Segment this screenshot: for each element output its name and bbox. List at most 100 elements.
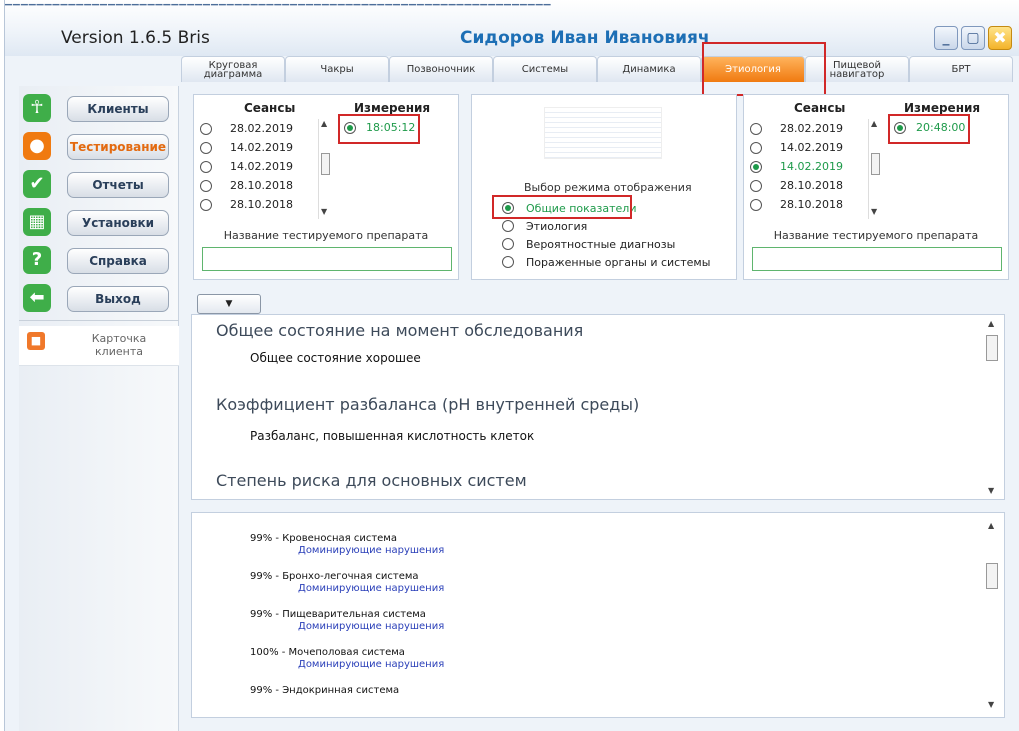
grid-icon: ▦	[23, 208, 51, 236]
radio-button[interactable]	[502, 238, 514, 250]
client-card-item[interactable]: ■ Карточка клиента	[19, 326, 179, 366]
session-scrollbar[interactable]: ▲ ▼	[318, 119, 332, 219]
scroll-down-icon[interactable]: ▼	[988, 486, 994, 495]
scroll-up-icon[interactable]: ▲	[871, 119, 877, 128]
radio-button[interactable]	[750, 179, 762, 192]
drug-name-input[interactable]	[752, 247, 1002, 271]
system-sub-label[interactable]: Доминирующие нарушения	[298, 621, 444, 632]
radio-button[interactable]	[200, 122, 212, 135]
tab-spine[interactable]: Позвоночник	[389, 56, 493, 82]
question-icon: ?	[23, 246, 51, 274]
view-dropdown[interactable]: ▼	[197, 294, 261, 314]
section-text: Разбаланс, повышенная кислотность клеток	[250, 429, 535, 443]
sidebar-item-help[interactable]: ? Справка	[23, 244, 173, 274]
drug-name-label: Название тестируемого препарата	[773, 229, 979, 242]
system-item: 99% - Кровеносная система	[250, 533, 397, 544]
radio-button[interactable]	[200, 198, 212, 211]
section-heading: Общее состояние на момент обследования	[216, 321, 584, 340]
systems-risk-panel: 99% - Кровеносная система Доминирующие н…	[191, 512, 1005, 718]
mode-option-etiology[interactable]: Этиология	[502, 217, 710, 235]
drug-name-label: Название тестируемого препарата	[223, 229, 429, 242]
client-card-label: Карточка клиента	[91, 332, 147, 358]
sidebar-item-testing[interactable]: ● Тестирование	[23, 130, 173, 160]
mode-option-organs[interactable]: Пораженные органы и системы	[502, 253, 710, 271]
sessions-header: Сеансы	[794, 101, 846, 115]
app-window: ▁▁▁▁▁▁▁▁▁▁▁▁▁▁▁▁▁▁▁▁▁▁▁▁▁▁▁▁▁▁▁▁▁▁▁▁▁▁▁▁…	[4, 0, 1019, 731]
tab-systems[interactable]: Системы	[493, 56, 597, 82]
scroll-down-icon[interactable]: ▼	[988, 700, 994, 709]
scroll-up-icon[interactable]: ▲	[321, 119, 327, 128]
top-strip: ▁▁▁▁▁▁▁▁▁▁▁▁▁▁▁▁▁▁▁▁▁▁▁▁▁▁▁▁▁▁▁▁▁▁▁▁▁▁▁▁…	[5, 0, 552, 6]
measurements-header: Измерения	[904, 101, 981, 115]
drug-name-input[interactable]	[202, 247, 452, 271]
tab-brt[interactable]: БРТ	[909, 56, 1013, 82]
right-session-panel: Сеансы Измерения 28.02.2019 14.02.2019 1…	[743, 94, 1009, 280]
general-indicators-panel: Общее состояние на момент обследования О…	[191, 314, 1005, 500]
mode-option-diagnoses[interactable]: Вероятностные диагнозы	[502, 235, 710, 253]
scroll-down-icon[interactable]: ▼	[871, 207, 877, 216]
reports-button[interactable]: Отчеты	[67, 172, 169, 198]
system-item: 99% - Эндокринная система	[250, 685, 400, 696]
scroll-thumb[interactable]	[321, 153, 330, 175]
radio-button[interactable]	[200, 179, 212, 192]
sidebar-item-exit[interactable]: ⬅ Выход	[23, 282, 173, 312]
display-mode-panel: Выбор режима отображения Общие показател…	[471, 94, 737, 280]
section-heading: Коэффициент разбаланса (рН внутренней ср…	[216, 395, 640, 414]
session-scrollbar[interactable]: ▲ ▼	[868, 119, 882, 219]
content-scrollbar[interactable]: ▲ ▼	[986, 319, 1000, 495]
exit-button[interactable]: Выход	[67, 286, 169, 312]
scroll-up-icon[interactable]: ▲	[988, 319, 994, 328]
minimize-button[interactable]: _	[934, 26, 958, 50]
scroll-thumb[interactable]	[986, 563, 998, 589]
report-thumbnail	[544, 107, 662, 159]
tab-pie-chart[interactable]: Круговая диаграмма	[181, 56, 285, 82]
radio-button[interactable]	[502, 256, 514, 268]
tab-bar: Круговая диаграмма Чакры Позвоночник Сис…	[181, 56, 1019, 82]
person-icon: ☥	[23, 94, 51, 122]
sidebar-item-settings[interactable]: ▦ Установки	[23, 206, 173, 236]
radio-button[interactable]	[200, 141, 212, 154]
testing-button[interactable]: Тестирование	[67, 134, 169, 160]
sidebar: ☥ Клиенты ● Тестирование ✔ Отчеты ▦ Уста…	[19, 86, 179, 731]
measurement-highlight-box	[888, 114, 970, 144]
sidebar-item-clients[interactable]: ☥ Клиенты	[23, 92, 173, 122]
sidebar-divider	[19, 320, 179, 321]
scroll-down-icon[interactable]: ▼	[321, 207, 327, 216]
system-item: 100% - Мочеполовая система	[250, 647, 405, 658]
tab-chakras[interactable]: Чакры	[285, 56, 389, 82]
system-item: 99% - Бронхо-легочная система	[250, 571, 419, 582]
radio-button[interactable]	[502, 220, 514, 232]
radio-button[interactable]	[200, 160, 212, 173]
system-item: 99% - Пищеварительная система	[250, 609, 426, 620]
system-sub-label[interactable]: Доминирующие нарушения	[298, 583, 444, 594]
clients-button[interactable]: Клиенты	[67, 96, 169, 122]
scroll-thumb[interactable]	[986, 335, 998, 361]
mode-title: Выбор режима отображения	[524, 181, 692, 194]
sidebar-item-reports[interactable]: ✔ Отчеты	[23, 168, 173, 198]
radio-button[interactable]	[750, 122, 762, 135]
measurement-highlight-box	[338, 114, 420, 144]
radio-button[interactable]	[750, 198, 762, 211]
scroll-thumb[interactable]	[871, 153, 880, 175]
systems-scrollbar[interactable]: ▲ ▼	[986, 517, 1000, 713]
settings-button[interactable]: Установки	[67, 210, 169, 236]
system-sub-label[interactable]: Доминирующие нарушения	[298, 545, 444, 556]
close-button[interactable]: ✖	[988, 26, 1012, 50]
patient-name: Сидоров Иван Ивановияч	[460, 28, 710, 48]
tab-dynamics[interactable]: Динамика	[597, 56, 701, 82]
radio-button[interactable]	[750, 141, 762, 154]
scroll-up-icon[interactable]: ▲	[988, 521, 994, 530]
radio-button[interactable]	[750, 160, 762, 173]
main-area: Сеансы Измерения 28.02.2019 14.02.2019 1…	[185, 86, 1019, 731]
section-heading: Степень риска для основных систем	[216, 471, 527, 490]
person-icon: ●	[23, 132, 51, 160]
maximize-button[interactable]: ▢	[961, 26, 985, 50]
measurements-header: Измерения	[354, 101, 431, 115]
help-button[interactable]: Справка	[67, 248, 169, 274]
version-label: Version 1.6.5 Bris	[61, 28, 210, 48]
system-sub-label[interactable]: Доминирующие нарушения	[298, 659, 444, 670]
title-bar: ▁▁▁▁▁▁▁▁▁▁▁▁▁▁▁▁▁▁▁▁▁▁▁▁▁▁▁▁▁▁▁▁▁▁▁▁▁▁▁▁…	[5, 0, 1019, 56]
mode-highlight-box	[492, 195, 632, 219]
check-icon: ✔	[23, 170, 51, 198]
section-text: Общее состояние хорошее	[250, 351, 421, 365]
